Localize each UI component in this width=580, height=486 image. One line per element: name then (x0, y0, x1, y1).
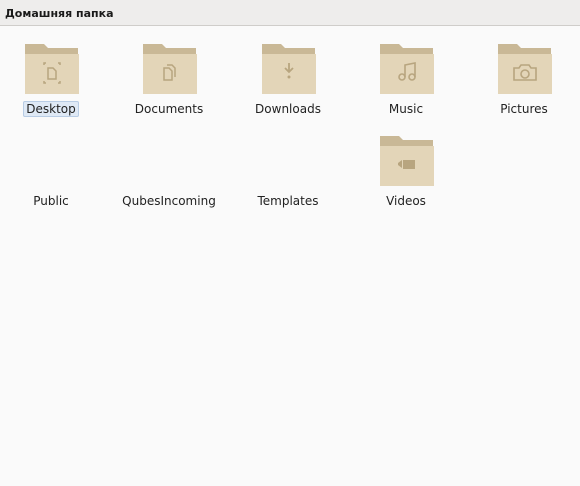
downloads-folder-icon (261, 40, 317, 96)
folder-label: Pictures (500, 102, 548, 116)
folder-label: Documents (134, 102, 204, 116)
folder-item-music[interactable]: Music (347, 27, 465, 117)
folder-item-templates[interactable]: Templates (229, 119, 347, 209)
folder-item-desktop[interactable]: Desktop (0, 27, 110, 117)
folder-label: Videos (386, 194, 426, 208)
documents-folder-icon (142, 40, 198, 96)
videos-folder-icon (379, 132, 435, 188)
music-folder-icon (379, 40, 435, 96)
folder-label: Music (388, 102, 424, 116)
window-title: Домашняя папка (5, 7, 114, 20)
title-bar: Домашняя папка (0, 0, 580, 26)
folder-item-documents[interactable]: Documents (110, 27, 228, 117)
folder-label: Public (33, 194, 69, 208)
pictures-folder-icon (497, 40, 553, 96)
folder-label: Desktop (0, 101, 110, 117)
folder-label: QubesIncoming (122, 194, 216, 208)
folder-item-qubesincoming[interactable]: QubesIncoming (110, 119, 228, 209)
file-manager-window: Домашняя папка Desktop Documents Downloa… (0, 0, 580, 486)
folder-label: Templates (257, 194, 319, 208)
folder-item-pictures[interactable]: Pictures (465, 27, 580, 117)
folder-item-downloads[interactable]: Downloads (229, 27, 347, 117)
folder-label: Downloads (255, 102, 321, 116)
folder-grid: Desktop Documents Downloads Music Pictur… (0, 27, 580, 486)
desktop-folder-icon (24, 40, 80, 96)
folder-item-videos[interactable]: Videos (347, 119, 465, 209)
folder-item-public[interactable]: Public (0, 119, 110, 209)
